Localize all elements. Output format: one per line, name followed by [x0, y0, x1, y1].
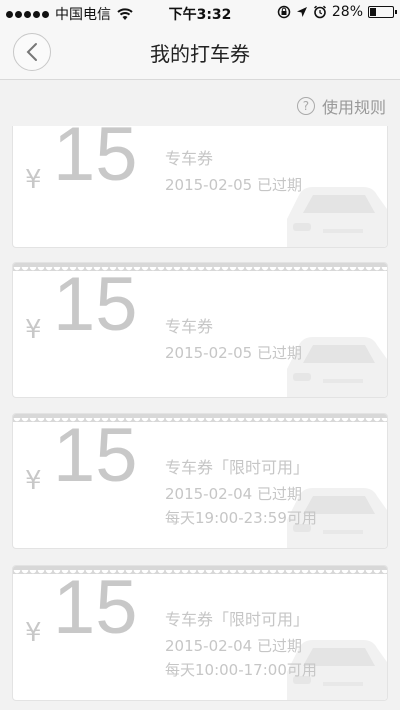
- coupon-list[interactable]: ¥ 15 专车券 2015-02-05 已过期 ¥ 15 专车券 2015-02…: [0, 126, 400, 710]
- coupon-card[interactable]: ¥ 15 专车券「限时可用」 2015-02-04 已过期 每天10:00-17…: [12, 565, 388, 701]
- coupon-info: 专车券 2015-02-05 已过期: [165, 313, 302, 366]
- battery-icon: [368, 6, 397, 18]
- question-icon: ?: [296, 97, 315, 115]
- usage-rules-label: 使用规则: [321, 98, 386, 117]
- usage-rules-link[interactable]: ? 使用规则: [296, 94, 386, 118]
- currency-symbol: ¥: [25, 466, 42, 496]
- status-right: 28%: [277, 4, 397, 20]
- coupon-expiry: 2015-02-05 已过期: [165, 176, 302, 194]
- currency-symbol: ¥: [25, 165, 42, 195]
- nav-bar: 我的打车券: [0, 26, 400, 80]
- coupon-card[interactable]: ¥ 15 专车券 2015-02-05 已过期: [12, 262, 388, 398]
- coupon-info: 专车券「限时可用」 2015-02-04 已过期 每天10:00-17:00可用: [165, 606, 317, 680]
- chevron-left-icon: [26, 43, 37, 61]
- coupon-card[interactable]: ¥ 15 专车券 2015-02-05 已过期: [12, 126, 388, 248]
- coupon-hours: 每天10:00-17:00可用: [165, 661, 317, 679]
- coupon-amount: 15: [53, 413, 138, 498]
- coupon-expiry: 2015-02-05 已过期: [165, 344, 302, 362]
- coupon-expiry: 2015-02-04 已过期: [165, 637, 302, 655]
- coupon-info: 专车券 2015-02-05 已过期: [165, 145, 302, 198]
- coupon-amount: 15: [53, 126, 138, 197]
- coupon-info: 专车券「限时可用」 2015-02-04 已过期 每天19:00-23:59可用: [165, 454, 317, 528]
- currency-symbol: ¥: [25, 618, 42, 648]
- coupon-type: 专车券: [165, 317, 214, 336]
- coupon-card[interactable]: ¥ 15 专车券「限时可用」 2015-02-04 已过期 每天19:00-23…: [12, 413, 388, 549]
- rotation-lock-icon: [277, 5, 291, 19]
- coupon-expiry: 2015-02-04 已过期: [165, 485, 302, 503]
- battery-percent: 28%: [331, 4, 363, 20]
- back-button[interactable]: [13, 33, 51, 71]
- coupon-type: 专车券「限时可用」: [165, 610, 310, 629]
- coupon-type: 专车券: [165, 149, 214, 168]
- coupon-hours: 每天19:00-23:59可用: [165, 509, 317, 527]
- location-arrow-icon: [296, 7, 307, 17]
- coupon-amount: 15: [53, 262, 138, 347]
- status-bar: 中国电信 下午3:32 28%: [0, 0, 400, 26]
- currency-symbol: ¥: [25, 315, 42, 345]
- battery-fill: [370, 8, 376, 16]
- coupon-amount: 15: [53, 565, 138, 650]
- page-title: 我的打车券: [150, 42, 250, 66]
- alarm-clock-icon: [313, 5, 326, 19]
- coupon-type: 专车券「限时可用」: [165, 458, 310, 477]
